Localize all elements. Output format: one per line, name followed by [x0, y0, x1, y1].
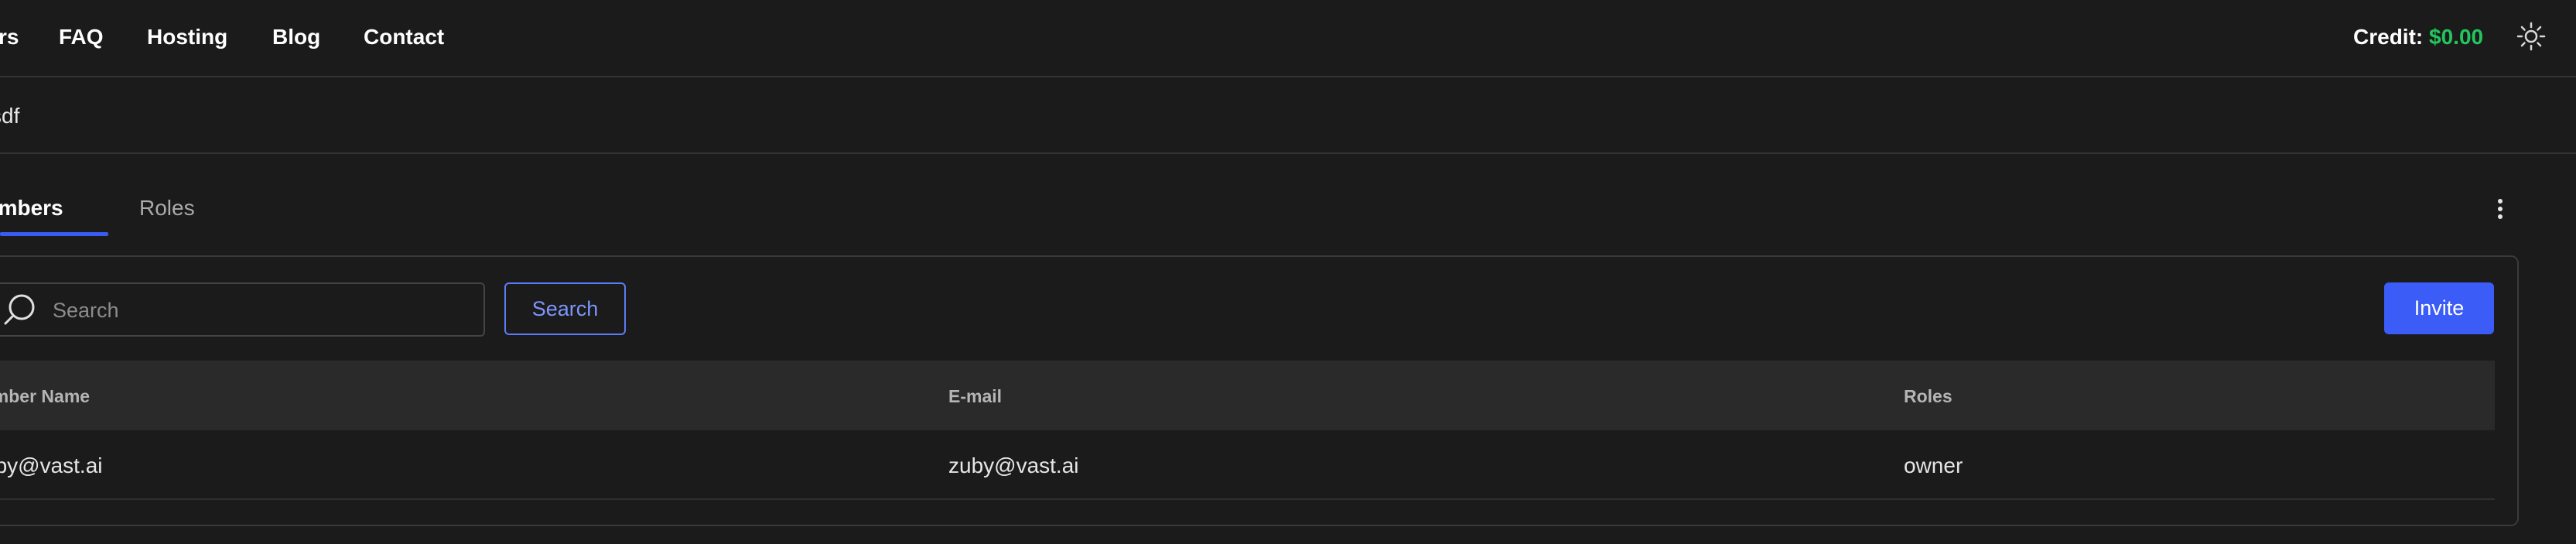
nav-item-partial[interactable]: rs [0, 25, 19, 50]
search-icon [0, 291, 39, 330]
search-input[interactable] [53, 296, 470, 325]
column-header-email: E-mail [948, 386, 1003, 406]
nav-item-blog[interactable]: Blog [272, 25, 320, 50]
nav-item-faq[interactable]: FAQ [59, 25, 104, 50]
tab-members[interactable]: embers [0, 196, 63, 221]
credit-balance: Credit: $0.00 [2353, 25, 2483, 50]
column-header-member-name: ember Name [0, 386, 91, 406]
search-button[interactable]: Search [504, 282, 626, 335]
member-role-cell: owner [1904, 453, 1963, 477]
table-header: ember Name E-mail Roles [0, 361, 2495, 430]
team-members-page: rs FAQ Hosting Blog Contact Credit: $0.0… [0, 0, 2576, 544]
table-row[interactable]: uby@vast.ai zuby@vast.ai owner [0, 430, 2495, 500]
more-options-icon[interactable] [2486, 193, 2514, 224]
invite-button[interactable]: Invite [2384, 282, 2494, 334]
nav-item-contact[interactable]: Contact [364, 25, 444, 50]
team-name: sdf [0, 104, 20, 128]
credit-amount: $0.00 [2429, 25, 2484, 49]
active-tab-indicator [0, 232, 108, 236]
team-header: sdf [0, 77, 2576, 154]
member-email-cell: zuby@vast.ai [948, 453, 1079, 477]
credit-label: Credit: [2353, 25, 2424, 49]
member-name-cell: uby@vast.ai [0, 453, 103, 477]
top-navigation: rs FAQ Hosting Blog Contact Credit: $0.0… [0, 0, 2576, 77]
nav-item-hosting[interactable]: Hosting [147, 25, 227, 50]
tab-roles[interactable]: Roles [139, 196, 195, 221]
column-header-roles: Roles [1904, 386, 1952, 406]
sun-icon[interactable] [2516, 21, 2547, 52]
